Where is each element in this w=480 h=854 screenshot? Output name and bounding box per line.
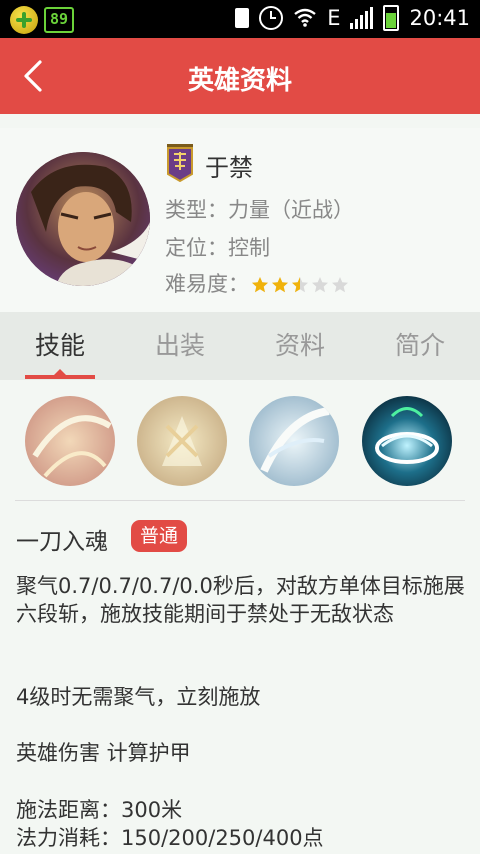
tab-intro[interactable]: 简介	[360, 312, 480, 380]
difficulty-star-icon	[252, 277, 268, 293]
hero-difficulty-label: 难易度：	[165, 272, 249, 296]
hero-position-value: 控制	[228, 236, 270, 260]
battery-badge: 89	[44, 7, 75, 33]
skill-damage-note: 英雄伤害 计算护甲	[16, 741, 191, 765]
alarm-clock-icon	[259, 6, 284, 30]
tab-equipment[interactable]: 出装	[120, 312, 240, 380]
network-type-label: E	[327, 6, 341, 30]
status-right: E 20:41	[235, 5, 470, 31]
tab-bar: 技能 出装 资料 简介	[0, 312, 480, 380]
hero-position-row: 定位：控制	[165, 232, 270, 262]
tab-info[interactable]: 资料	[240, 312, 360, 380]
app-bar: 英雄资料	[0, 38, 480, 114]
status-bar: 89 E 20:41	[0, 0, 480, 38]
skill-name: 一刀入魂	[16, 529, 108, 555]
app-plus-icon	[10, 6, 38, 34]
page-title: 英雄资料	[187, 66, 292, 96]
skill-level-note: 4级时无需聚气，立刻施放	[16, 685, 261, 709]
skill-1-icon[interactable]	[25, 396, 115, 486]
skill-description: 聚气0.7/0.7/0.7/0.0秒后，对敌方单体目标施展六段斩，施放技能期间于…	[16, 574, 465, 626]
skill-cost: 法力消耗：150/200/250/400点	[16, 826, 324, 850]
difficulty-stars	[251, 276, 349, 294]
difficulty-star-icon	[272, 277, 288, 293]
skill-3-icon[interactable]	[249, 396, 339, 486]
hero-type-label: 类型：	[165, 198, 228, 222]
skill-4-icon[interactable]	[362, 396, 452, 486]
signal-icon	[350, 7, 374, 29]
skill-range: 施法距离：300米	[16, 798, 183, 822]
wifi-icon	[293, 7, 317, 30]
active-tab-indicator	[25, 375, 95, 379]
hero-position-label: 定位：	[165, 236, 228, 260]
hero-type-row: 类型：力量（近战）	[165, 194, 354, 224]
difficulty-star-icon	[312, 277, 328, 293]
status-left: 89	[10, 6, 75, 34]
hero-header: 于禁 类型：力量（近战） 定位：控制 难易度：	[0, 128, 480, 312]
battery-icon	[383, 5, 400, 31]
hero-portrait	[16, 152, 150, 286]
skill-type-badge: 普通	[131, 520, 188, 552]
hero-difficulty-row: 难易度：	[165, 268, 349, 298]
difficulty-star-icon	[292, 277, 308, 293]
skill-icon-row	[0, 380, 480, 500]
faction-badge-icon	[165, 144, 195, 183]
section-divider	[15, 500, 465, 501]
clock-time: 20:41	[409, 6, 470, 30]
skill-2-icon[interactable]	[137, 396, 227, 486]
hero-type-value: 力量（近战）	[228, 198, 354, 222]
sd-card-icon	[235, 8, 250, 28]
hero-name: 于禁	[205, 154, 253, 182]
difficulty-star-icon	[332, 277, 348, 293]
